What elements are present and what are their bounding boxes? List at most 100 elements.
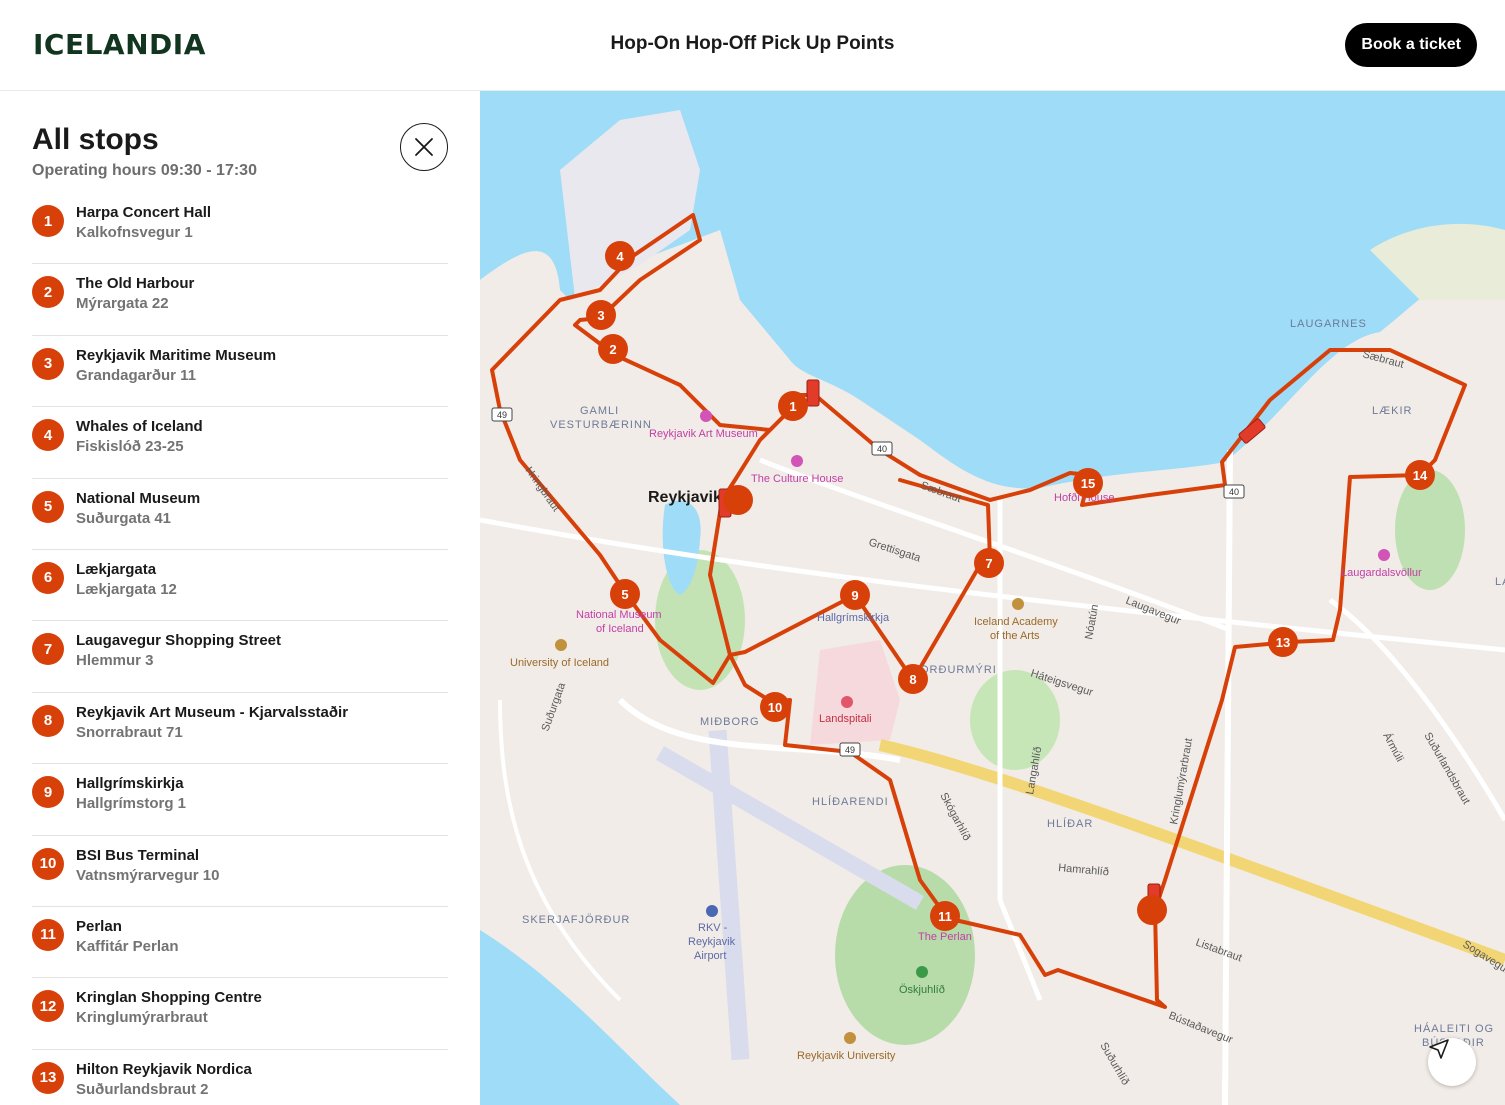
map-stop-marker-6[interactable]: [723, 485, 753, 515]
stop-item-1[interactable]: 1 Harpa Concert Hall Kalkofnsvegur 1: [32, 193, 448, 265]
stop-name: Whales of Iceland: [76, 418, 203, 436]
stop-name: Hilton Reykjavik Nordica: [76, 1060, 252, 1078]
stop-name: Perlan: [76, 917, 122, 935]
map-stop-marker-8[interactable]: 8: [898, 664, 928, 694]
map-stop-marker-4[interactable]: 4: [605, 241, 635, 271]
map-canvas[interactable]: 49 49 40 40 LAUGARNES LÆKIR LAUG GAMLI V…: [480, 91, 1505, 1105]
university-icon[interactable]: [555, 639, 567, 651]
map-stop-marker-2[interactable]: 2: [598, 334, 628, 364]
close-icon: [415, 138, 433, 156]
stop-address: Hlemmur 3: [76, 652, 154, 670]
stops-panel: All stops Operating hours 09:30 - 17:30 …: [0, 91, 480, 1105]
poi-perlan[interactable]: The Perlan: [918, 931, 972, 943]
svg-text:8: 8: [909, 672, 916, 687]
poi-academy[interactable]: Iceland Academy: [974, 616, 1058, 628]
stop-number-badge: 11: [32, 918, 64, 951]
stop-number-badge: 10: [32, 847, 64, 880]
stop-number-badge: 12: [32, 990, 64, 1023]
stop-number-badge: 3: [32, 347, 64, 380]
stop-name: Lækjargata: [76, 560, 157, 578]
poi-university[interactable]: University of Iceland: [510, 657, 609, 669]
book-ticket-button[interactable]: Book a ticket: [1345, 23, 1477, 67]
stop-name: Hallgrímskirkja: [76, 775, 184, 793]
map-stop-marker-11[interactable]: 11: [930, 901, 960, 931]
page-title: Hop-On Hop-Off Pick Up Points: [610, 33, 895, 54]
stop-item-11[interactable]: 11 Perlan Kaffitár Perlan: [32, 907, 448, 979]
poi-national-museum[interactable]: National Museum: [576, 609, 662, 621]
stop-name: Reykjavik Maritime Museum: [76, 346, 277, 364]
stop-number-badge: 4: [32, 419, 64, 452]
bus-icon[interactable]: [806, 379, 820, 407]
stop-address: Vatnsmýrarvegur 10: [76, 866, 220, 884]
stadium-icon[interactable]: [1378, 549, 1390, 561]
stop-number-badge: 8: [32, 704, 64, 737]
stop-item-13[interactable]: 13 Hilton Reykjavik Nordica Suðurlandsbrau…: [32, 1050, 448, 1105]
stop-address: Kaffitár Perlan: [76, 937, 179, 955]
shield-40-label: 40: [1229, 487, 1239, 497]
poi-art-museum[interactable]: Reykjavik Art Museum: [649, 428, 758, 440]
top-header: ICELANDIA Hop-On Hop-Off Pick Up Points …: [0, 0, 1505, 91]
map-stop-marker-14[interactable]: 14: [1405, 460, 1435, 490]
stop-item-9[interactable]: 9 Hallgrímskirkja Hallgrímstorg 1: [32, 764, 448, 836]
map-stop-marker-12[interactable]: [1137, 895, 1167, 925]
map-stop-marker-1[interactable]: 1: [778, 391, 808, 421]
stop-item-4[interactable]: 4 Whales of Iceland Fiskislóð 23-25: [32, 407, 448, 479]
poi-rkv-2[interactable]: Reykjavik: [688, 936, 736, 948]
map-label-vesturbaerinn: VESTURBÆRINN: [550, 419, 652, 431]
park-icon[interactable]: [916, 966, 928, 978]
svg-text:7: 7: [985, 556, 992, 571]
map-label-midborg: MIÐBORG: [700, 716, 760, 728]
poi-landspitali[interactable]: Landspitali: [819, 713, 872, 725]
map-stop-marker-10[interactable]: 10: [760, 692, 790, 722]
locate-me-button[interactable]: [1428, 1038, 1476, 1086]
map-stop-marker-13[interactable]: 13: [1268, 627, 1298, 657]
map-stop-marker-7[interactable]: 7: [974, 548, 1004, 578]
academy-icon[interactable]: [1012, 598, 1024, 610]
map-stop-marker-3[interactable]: 3: [586, 300, 616, 330]
svg-text:10: 10: [768, 700, 782, 715]
stop-number-badge: 9: [32, 776, 64, 809]
stop-address: Grandagarður 11: [76, 366, 197, 384]
map-stop-marker-9[interactable]: 9: [840, 580, 870, 610]
map-stop-marker-5[interactable]: 5: [610, 579, 640, 609]
stop-address: Hallgrímstorg 1: [76, 795, 187, 813]
poi-culture-house[interactable]: The Culture House: [751, 473, 843, 485]
poi-academy-2[interactable]: of the Arts: [990, 630, 1040, 642]
stop-address: Snorrabraut 71: [76, 723, 183, 741]
navigation-arrow-icon: [1429, 1039, 1449, 1059]
poi-national-museum-2[interactable]: of Iceland: [596, 623, 644, 635]
museum-icon[interactable]: [700, 410, 712, 422]
shield-40-label: 40: [877, 444, 887, 454]
close-button[interactable]: [400, 123, 448, 171]
city-label: Reykjavik: [648, 489, 722, 506]
stop-item-5[interactable]: 5 National Museum Suðurgata 41: [32, 479, 448, 550]
airport-icon[interactable]: [706, 905, 718, 917]
stop-number-badge: 2: [32, 276, 64, 309]
route-shield-40: 40: [1223, 484, 1245, 499]
poi-oskjuhlid[interactable]: Öskjuhlíð: [899, 984, 945, 996]
hospital-icon[interactable]: [841, 696, 853, 708]
route-shield-49: 49: [491, 407, 513, 422]
stop-item-7[interactable]: 7 Laugavegur Shopping Street Hlemmur 3: [32, 621, 448, 693]
university-icon[interactable]: [844, 1032, 856, 1044]
route-map[interactable]: 49 49 40 40 LAUGARNES LÆKIR LAUG GAMLI V…: [480, 91, 1505, 1105]
poi-rkv[interactable]: RKV -: [698, 922, 728, 934]
stop-item-3[interactable]: 3 Reykjavik Maritime Museum Grandagarður 1…: [32, 336, 448, 408]
stop-item-6[interactable]: 6 Lækjargata Lækjargata 12: [32, 550, 448, 622]
stop-number-badge: 7: [32, 633, 64, 666]
poi-rkv-3[interactable]: Airport: [694, 950, 726, 962]
stop-number-badge: 1: [32, 205, 64, 237]
shield-49-label: 49: [845, 745, 855, 755]
route-shield-40: 40: [871, 441, 893, 456]
stop-item-2[interactable]: 2 The Old Harbour Mýrargata 22: [32, 264, 448, 336]
museum-icon[interactable]: [791, 455, 803, 467]
map-stop-marker-15[interactable]: 15: [1073, 468, 1103, 498]
stop-address: Mýrargata 22: [76, 295, 169, 313]
poi-hallgrimskirkja[interactable]: Hallgrímskirkja: [817, 612, 890, 624]
stop-item-10[interactable]: 10 BSI Bus Terminal Vatnsmýrarvegur 10: [32, 836, 448, 907]
stop-item-12[interactable]: 12 Kringlan Shopping Centre Kringlumýrarbr…: [32, 978, 448, 1050]
stops-list: 1 Harpa Concert Hall Kalkofnsvegur 1 2 The …: [32, 193, 448, 1105]
poi-laugardalsvollur[interactable]: Laugardalsvöllur: [1341, 567, 1422, 579]
stop-item-8[interactable]: 8 Reykjavik Art Museum - Kjarvalsstaðir Sn…: [32, 693, 448, 765]
poi-reykjavik-university[interactable]: Reykjavik University: [797, 1050, 896, 1062]
